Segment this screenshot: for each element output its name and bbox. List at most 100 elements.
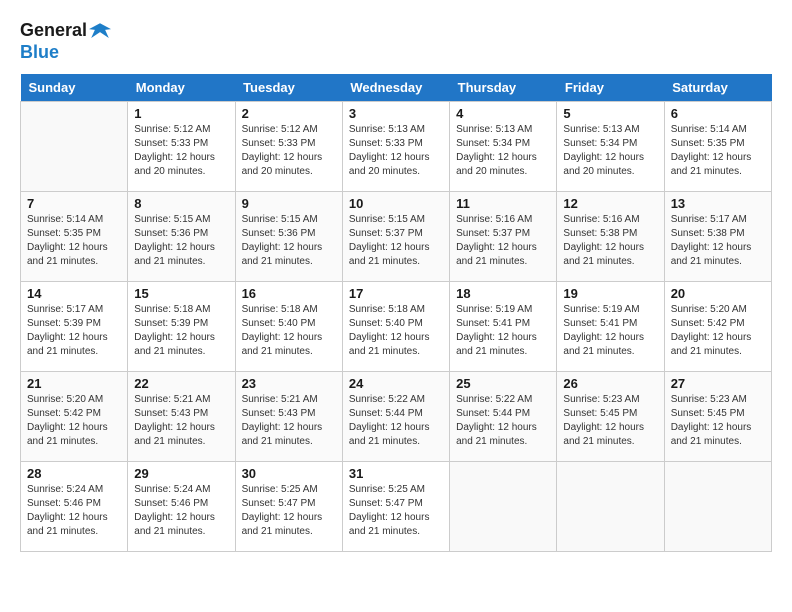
day-number: 18	[456, 286, 550, 301]
day-info: Sunrise: 5:21 AMSunset: 5:43 PMDaylight:…	[242, 393, 336, 449]
day-info: Sunrise: 5:18 AMSunset: 5:40 PMDaylight:…	[242, 303, 336, 359]
day-info: Sunrise: 5:17 AMSunset: 5:39 PMDaylight:…	[27, 303, 121, 359]
day-info: Sunrise: 5:25 AMSunset: 5:47 PMDaylight:…	[349, 483, 443, 539]
day-info: Sunrise: 5:13 AMSunset: 5:33 PMDaylight:…	[349, 123, 443, 179]
day-info: Sunrise: 5:12 AMSunset: 5:33 PMDaylight:…	[242, 123, 336, 179]
day-number: 31	[349, 466, 443, 481]
day-number: 12	[563, 196, 657, 211]
day-info: Sunrise: 5:20 AMSunset: 5:42 PMDaylight:…	[671, 303, 765, 359]
day-number: 15	[134, 286, 228, 301]
day-number: 9	[242, 196, 336, 211]
day-number: 27	[671, 376, 765, 391]
day-number: 5	[563, 106, 657, 121]
calendar-cell: 15 Sunrise: 5:18 AMSunset: 5:39 PMDayligh…	[128, 281, 235, 371]
day-number: 19	[563, 286, 657, 301]
weekday-header-monday: Monday	[128, 74, 235, 102]
calendar-cell: 3 Sunrise: 5:13 AMSunset: 5:33 PMDaylight…	[342, 101, 449, 191]
calendar-cell: 7 Sunrise: 5:14 AMSunset: 5:35 PMDaylight…	[21, 191, 128, 281]
weekday-header-wednesday: Wednesday	[342, 74, 449, 102]
calendar-cell: 2 Sunrise: 5:12 AMSunset: 5:33 PMDaylight…	[235, 101, 342, 191]
day-info: Sunrise: 5:15 AMSunset: 5:36 PMDaylight:…	[134, 213, 228, 269]
page-header: GeneralBlue	[20, 20, 772, 64]
logo-general: General	[20, 20, 87, 40]
day-info: Sunrise: 5:19 AMSunset: 5:41 PMDaylight:…	[456, 303, 550, 359]
day-info: Sunrise: 5:16 AMSunset: 5:38 PMDaylight:…	[563, 213, 657, 269]
day-number: 14	[27, 286, 121, 301]
calendar-cell: 26 Sunrise: 5:23 AMSunset: 5:45 PMDayligh…	[557, 371, 664, 461]
day-number: 30	[242, 466, 336, 481]
day-number: 26	[563, 376, 657, 391]
calendar-cell: 30 Sunrise: 5:25 AMSunset: 5:47 PMDayligh…	[235, 461, 342, 551]
week-row-3: 14 Sunrise: 5:17 AMSunset: 5:39 PMDayligh…	[21, 281, 772, 371]
calendar-cell: 23 Sunrise: 5:21 AMSunset: 5:43 PMDayligh…	[235, 371, 342, 461]
day-number: 20	[671, 286, 765, 301]
calendar-cell: 5 Sunrise: 5:13 AMSunset: 5:34 PMDaylight…	[557, 101, 664, 191]
day-number: 3	[349, 106, 443, 121]
day-number: 29	[134, 466, 228, 481]
calendar-cell: 22 Sunrise: 5:21 AMSunset: 5:43 PMDayligh…	[128, 371, 235, 461]
weekday-header-thursday: Thursday	[450, 74, 557, 102]
day-info: Sunrise: 5:20 AMSunset: 5:42 PMDaylight:…	[27, 393, 121, 449]
calendar-cell: 11 Sunrise: 5:16 AMSunset: 5:37 PMDayligh…	[450, 191, 557, 281]
day-info: Sunrise: 5:13 AMSunset: 5:34 PMDaylight:…	[563, 123, 657, 179]
day-info: Sunrise: 5:23 AMSunset: 5:45 PMDaylight:…	[671, 393, 765, 449]
day-info: Sunrise: 5:24 AMSunset: 5:46 PMDaylight:…	[27, 483, 121, 539]
day-info: Sunrise: 5:15 AMSunset: 5:37 PMDaylight:…	[349, 213, 443, 269]
day-info: Sunrise: 5:13 AMSunset: 5:34 PMDaylight:…	[456, 123, 550, 179]
calendar-cell: 16 Sunrise: 5:18 AMSunset: 5:40 PMDayligh…	[235, 281, 342, 371]
calendar-cell: 28 Sunrise: 5:24 AMSunset: 5:46 PMDayligh…	[21, 461, 128, 551]
week-row-5: 28 Sunrise: 5:24 AMSunset: 5:46 PMDayligh…	[21, 461, 772, 551]
week-row-1: 1 Sunrise: 5:12 AMSunset: 5:33 PMDaylight…	[21, 101, 772, 191]
day-number: 11	[456, 196, 550, 211]
day-info: Sunrise: 5:22 AMSunset: 5:44 PMDaylight:…	[456, 393, 550, 449]
day-info: Sunrise: 5:18 AMSunset: 5:40 PMDaylight:…	[349, 303, 443, 359]
day-info: Sunrise: 5:16 AMSunset: 5:37 PMDaylight:…	[456, 213, 550, 269]
day-number: 23	[242, 376, 336, 391]
day-number: 22	[134, 376, 228, 391]
day-info: Sunrise: 5:17 AMSunset: 5:38 PMDaylight:…	[671, 213, 765, 269]
weekday-header-tuesday: Tuesday	[235, 74, 342, 102]
day-number: 25	[456, 376, 550, 391]
calendar-cell: 8 Sunrise: 5:15 AMSunset: 5:36 PMDaylight…	[128, 191, 235, 281]
calendar-cell: 21Sunrise: 5:20 AMSunset: 5:42 PMDayligh…	[21, 371, 128, 461]
day-number: 2	[242, 106, 336, 121]
logo: GeneralBlue	[20, 20, 111, 64]
logo-text: GeneralBlue	[20, 20, 111, 64]
calendar-cell	[21, 101, 128, 191]
day-info: Sunrise: 5:22 AMSunset: 5:44 PMDaylight:…	[349, 393, 443, 449]
calendar-table: SundayMondayTuesdayWednesdayThursdayFrid…	[20, 74, 772, 552]
day-info: Sunrise: 5:19 AMSunset: 5:41 PMDaylight:…	[563, 303, 657, 359]
day-info: Sunrise: 5:14 AMSunset: 5:35 PMDaylight:…	[27, 213, 121, 269]
calendar-cell: 19 Sunrise: 5:19 AMSunset: 5:41 PMDayligh…	[557, 281, 664, 371]
day-number: 17	[349, 286, 443, 301]
logo-blue: Blue	[20, 42, 59, 62]
day-number: 24	[349, 376, 443, 391]
day-info: Sunrise: 5:23 AMSunset: 5:45 PMDaylight:…	[563, 393, 657, 449]
calendar-cell: 29 Sunrise: 5:24 AMSunset: 5:46 PMDayligh…	[128, 461, 235, 551]
calendar-cell: 25 Sunrise: 5:22 AMSunset: 5:44 PMDayligh…	[450, 371, 557, 461]
calendar-cell: 12 Sunrise: 5:16 AMSunset: 5:38 PMDayligh…	[557, 191, 664, 281]
day-number: 8	[134, 196, 228, 211]
day-info: Sunrise: 5:18 AMSunset: 5:39 PMDaylight:…	[134, 303, 228, 359]
calendar-cell: 17 Sunrise: 5:18 AMSunset: 5:40 PMDayligh…	[342, 281, 449, 371]
calendar-cell: 13Sunrise: 5:17 AMSunset: 5:38 PMDayligh…	[664, 191, 771, 281]
calendar-cell	[664, 461, 771, 551]
logo-bird-icon	[89, 20, 111, 42]
calendar-cell: 24 Sunrise: 5:22 AMSunset: 5:44 PMDayligh…	[342, 371, 449, 461]
calendar-cell: 14 Sunrise: 5:17 AMSunset: 5:39 PMDayligh…	[21, 281, 128, 371]
week-row-4: 21Sunrise: 5:20 AMSunset: 5:42 PMDayligh…	[21, 371, 772, 461]
day-number: 1	[134, 106, 228, 121]
day-number: 28	[27, 466, 121, 481]
weekday-header-sunday: Sunday	[21, 74, 128, 102]
day-info: Sunrise: 5:24 AMSunset: 5:46 PMDaylight:…	[134, 483, 228, 539]
day-number: 16	[242, 286, 336, 301]
day-number: 7	[27, 196, 121, 211]
day-info: Sunrise: 5:25 AMSunset: 5:47 PMDaylight:…	[242, 483, 336, 539]
calendar-cell: 20 Sunrise: 5:20 AMSunset: 5:42 PMDayligh…	[664, 281, 771, 371]
day-number: 10	[349, 196, 443, 211]
week-row-2: 7 Sunrise: 5:14 AMSunset: 5:35 PMDaylight…	[21, 191, 772, 281]
day-info: Sunrise: 5:21 AMSunset: 5:43 PMDaylight:…	[134, 393, 228, 449]
day-number: 6	[671, 106, 765, 121]
calendar-cell: 9Sunrise: 5:15 AMSunset: 5:36 PMDaylight…	[235, 191, 342, 281]
calendar-cell: 4Sunrise: 5:13 AMSunset: 5:34 PMDaylight…	[450, 101, 557, 191]
